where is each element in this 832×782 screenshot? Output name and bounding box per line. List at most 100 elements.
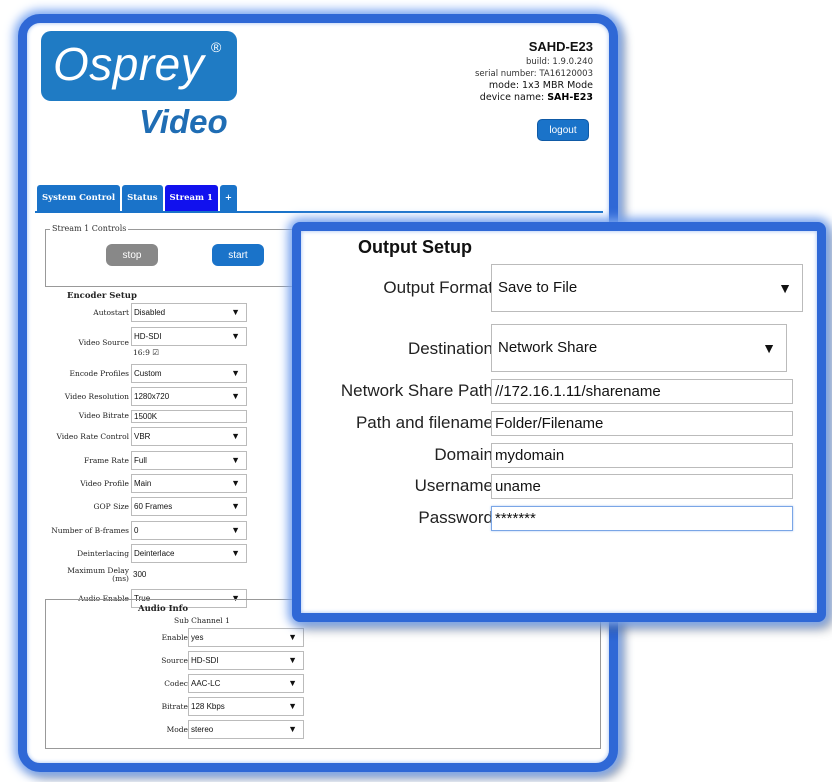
chevron-down-icon: ▼ xyxy=(231,478,240,488)
audio-source-value: HD-SDI xyxy=(191,656,219,665)
video-bitrate-label: Video Bitrate xyxy=(78,411,129,420)
gop-size-select[interactable]: 60 Frames ▼ xyxy=(131,497,247,516)
path-filename-label: Path and filename xyxy=(355,413,493,432)
audio-source-label: Source xyxy=(161,656,188,665)
video-source-select[interactable]: HD-SDI ▼ xyxy=(131,327,247,346)
tab-status[interactable]: Status xyxy=(122,185,163,211)
b-frames-value: 0 xyxy=(134,526,139,535)
gop-size-value: 60 Frames xyxy=(134,502,173,511)
video-rate-control-row: Video Rate Control VBR ▼ xyxy=(27,427,257,447)
destination-value: Network Share xyxy=(498,339,598,356)
chevron-down-icon: ▼ xyxy=(231,501,240,511)
deinterlacing-value: Deinterlace xyxy=(134,549,175,558)
domain-label: Domain xyxy=(434,445,493,464)
audio-source-select[interactable]: HD-SDI ▼ xyxy=(188,651,304,670)
autostart-row: Autostart Disabled ▼ xyxy=(27,303,257,323)
aspect-ratio-checkbox[interactable]: 16:9 ☑ xyxy=(133,348,159,357)
audio-bitrate-select[interactable]: 128 Kbps ▼ xyxy=(188,697,304,716)
audio-channel-enable-select[interactable]: yes ▼ xyxy=(188,628,304,647)
tab-add-stream[interactable]: + xyxy=(219,185,237,211)
encode-profiles-select[interactable]: Custom ▼ xyxy=(131,364,247,383)
frame-rate-select[interactable]: Full ▼ xyxy=(131,451,247,470)
video-resolution-select[interactable]: 1280x720 ▼ xyxy=(131,387,247,406)
output-format-select[interactable]: Save to File ▼ xyxy=(491,264,803,312)
deinterlacing-label: Deinterlacing xyxy=(77,549,129,558)
chevron-down-icon: ▼ xyxy=(231,455,240,465)
video-resolution-value: 1280x720 xyxy=(134,392,170,401)
output-setup-title: Output Setup xyxy=(358,237,472,257)
device-serial: serial number: TA16120003 xyxy=(475,69,593,79)
autostart-select[interactable]: Disabled ▼ xyxy=(131,303,247,322)
gop-size-label: GOP Size xyxy=(93,502,130,511)
stream-controls-legend: Stream 1 Controls xyxy=(50,224,129,233)
video-profile-select[interactable]: Main ▼ xyxy=(131,474,247,493)
max-delay-label-line2: (ms) xyxy=(112,574,129,583)
output-format-label: Output Format xyxy=(383,278,493,297)
chevron-down-icon: ▼ xyxy=(231,431,240,441)
logo-registered-mark: ® xyxy=(211,39,222,55)
encoder-setup-title: Encoder Setup xyxy=(67,291,137,301)
tab-bar: System Control Status Stream 1 + xyxy=(37,185,237,211)
audio-sub-channel: Sub Channel 1 xyxy=(174,616,230,625)
tab-underline xyxy=(35,211,603,213)
logo-subtitle: Video xyxy=(139,103,228,140)
frame-rate-value: Full xyxy=(134,456,147,465)
video-source-value: HD-SDI xyxy=(134,332,162,341)
output-setup-panel: Output Setup Output Format Save to File ▼… xyxy=(292,222,826,622)
device-info: SAHD-E23 build: 1.9.0.240 serial number:… xyxy=(475,39,593,104)
encode-profiles-value: Custom xyxy=(134,369,162,378)
audio-source-row: Source HD-SDI ▼ xyxy=(46,651,322,671)
tab-stream-1[interactable]: Stream 1 xyxy=(164,185,218,211)
start-button[interactable]: start xyxy=(212,244,264,266)
path-filename-input[interactable]: Folder/Filename xyxy=(491,411,793,436)
video-bitrate-input[interactable]: 1500K xyxy=(131,410,247,423)
audio-mode-row: Mode stereo ▼ xyxy=(46,720,322,740)
device-name-label: device name: xyxy=(479,92,548,103)
video-profile-value: Main xyxy=(134,479,152,488)
autostart-value: Disabled xyxy=(134,308,166,317)
deinterlacing-row: Deinterlacing Deinterlace ▼ xyxy=(27,544,257,564)
logout-button[interactable]: logout xyxy=(537,119,589,141)
password-input[interactable]: ******* xyxy=(491,506,793,531)
password-label: Password xyxy=(418,508,493,527)
encode-profiles-row: Encode Profiles Custom ▼ xyxy=(27,364,257,384)
audio-codec-label: Codec xyxy=(164,679,188,688)
max-delay-input[interactable]: 300 xyxy=(131,569,247,582)
chevron-down-icon: ▼ xyxy=(231,307,240,317)
chevron-down-icon: ▼ xyxy=(231,391,240,401)
video-resolution-row: Video Resolution 1280x720 ▼ xyxy=(27,387,257,407)
audio-bitrate-label: Bitrate xyxy=(161,702,188,711)
tab-system-control[interactable]: System Control xyxy=(37,185,121,211)
b-frames-label: Number of B-frames xyxy=(51,526,129,535)
audio-codec-value: AAC-LC xyxy=(191,679,221,688)
output-format-value: Save to File xyxy=(498,279,578,296)
audio-channel-enable-label: Enable xyxy=(161,633,188,642)
network-share-path-input[interactable]: //172.16.1.11/sharename xyxy=(491,379,793,404)
chevron-down-icon: ▼ xyxy=(778,280,792,296)
chevron-down-icon: ▼ xyxy=(288,678,297,688)
audio-enable-row: Enable yes ▼ xyxy=(46,628,322,648)
username-input[interactable]: uname xyxy=(491,474,793,499)
chevron-down-icon: ▼ xyxy=(288,655,297,665)
stop-button[interactable]: stop xyxy=(106,244,158,266)
video-rate-control-label: Video Rate Control xyxy=(56,432,129,441)
audio-codec-select[interactable]: AAC-LC ▼ xyxy=(188,674,304,693)
domain-input[interactable]: mydomain xyxy=(491,443,793,468)
audio-mode-select[interactable]: stereo ▼ xyxy=(188,720,304,739)
video-bitrate-row: Video Bitrate 1500K xyxy=(27,408,257,428)
destination-select[interactable]: Network Share ▼ xyxy=(491,324,787,372)
audio-bitrate-value: 128 Kbps xyxy=(191,702,225,711)
encode-profiles-label: Encode Profiles xyxy=(69,369,129,378)
destination-label: Destination xyxy=(407,339,493,358)
chevron-down-icon: ▼ xyxy=(288,701,297,711)
chevron-down-icon: ▼ xyxy=(288,632,297,642)
deinterlacing-select[interactable]: Deinterlace ▼ xyxy=(131,544,247,563)
video-rate-control-select[interactable]: VBR ▼ xyxy=(131,427,247,446)
chevron-down-icon: ▼ xyxy=(762,340,776,356)
audio-mode-value: stereo xyxy=(191,725,214,734)
b-frames-select[interactable]: 0 ▼ xyxy=(131,521,247,540)
device-name-value: SAH-E23 xyxy=(547,92,593,103)
audio-mode-label: Mode xyxy=(166,725,188,734)
osprey-logo: Osprey ® xyxy=(41,31,237,101)
video-source-label: Video Source xyxy=(78,338,129,347)
